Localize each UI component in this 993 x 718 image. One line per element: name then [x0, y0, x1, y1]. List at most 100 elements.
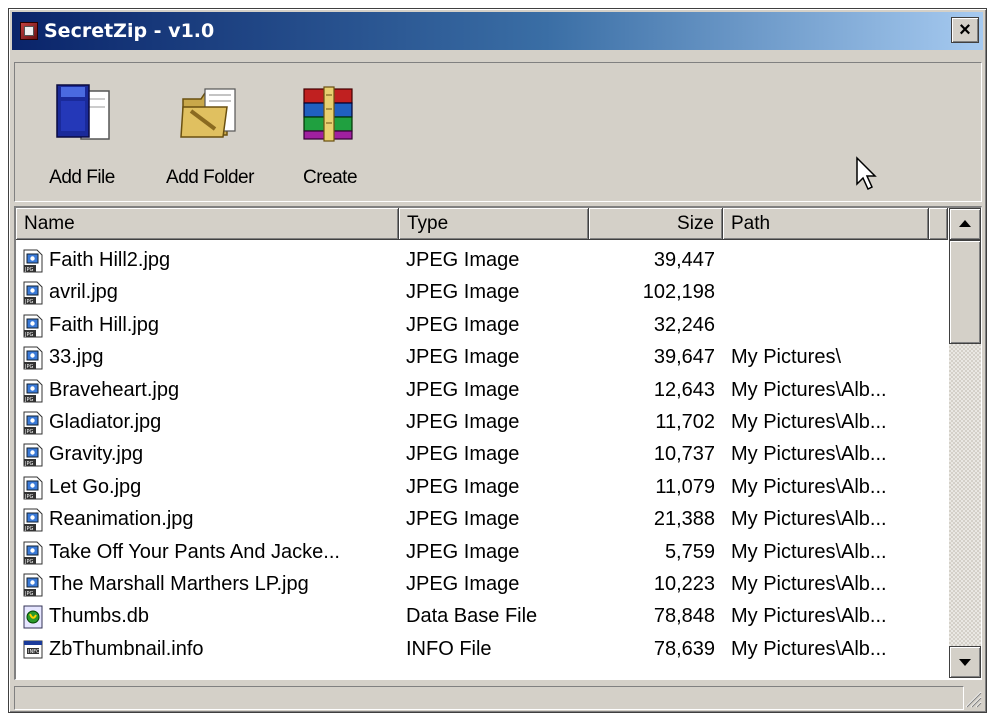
jpeg-file-icon: JPG: [22, 346, 44, 370]
vertical-scrollbar[interactable]: [949, 208, 981, 678]
toolbar: Add File Add Folder Create: [14, 62, 982, 202]
file-name-cell: ZbThumbnail.info: [49, 637, 204, 660]
file-size-cell: 102,198: [642, 281, 715, 304]
file-path-cell: My Pictures\Alb...: [731, 443, 887, 466]
file-name-cell: Faith Hill2.jpg: [49, 249, 171, 271]
file-path-cell: My Pictures\: [731, 346, 842, 369]
database-file-icon: [22, 605, 44, 629]
file-name-cell: Thumbs.db: [49, 605, 150, 628]
file-name-cell: 33.jpg: [49, 346, 104, 369]
scroll-down-button[interactable]: [949, 646, 981, 678]
file-row[interactable]: JPG Faith Hill2.jpg JPEG Image 39,447: [16, 244, 948, 276]
file-type-cell: JPEG Image: [406, 443, 520, 466]
file-path-cell: My Pictures\Alb...: [731, 378, 887, 401]
svg-text:JPG: JPG: [24, 299, 33, 305]
svg-text:JPG: JPG: [24, 494, 33, 500]
file-size-cell: 39,447: [653, 249, 715, 271]
window-title: SecretZip - v1.0: [44, 20, 215, 42]
scroll-up-arrow-icon: [959, 220, 971, 227]
svg-text:JPG: JPG: [24, 526, 33, 532]
file-row[interactable]: JPG Faith Hill.jpg JPEG Image 32,246: [16, 309, 948, 341]
svg-text:JPG: JPG: [24, 364, 33, 370]
create-label: Create: [302, 167, 358, 188]
file-row[interactable]: JPG 33.jpg JPEG Image 39,647 My Pictures\: [16, 341, 948, 373]
file-row[interactable]: JPG Gladiator.jpg JPEG Image 11,702 My Pictu…: [16, 406, 948, 438]
close-button[interactable]: ×: [951, 17, 979, 43]
jpeg-file-icon: JPG: [22, 508, 44, 532]
jpeg-file-icon: JPG: [22, 411, 44, 435]
file-path-cell: My Pictures\Alb...: [731, 540, 887, 563]
file-size-cell: 21,388: [653, 508, 715, 531]
file-size-cell: 32,246: [653, 313, 715, 336]
file-type-cell: Data Base File: [406, 605, 538, 628]
file-path-cell: My Pictures\Alb...: [731, 637, 887, 660]
file-size-cell: 12,643: [653, 378, 715, 401]
scroll-down-arrow-icon: [959, 659, 971, 666]
info-file-icon: INFO: [22, 638, 44, 662]
resize-grip-icon[interactable]: [962, 688, 982, 708]
file-row[interactable]: INFO ZbThumbnail.info INFO File 78,639 My Pi…: [16, 633, 948, 665]
jpeg-file-icon: JPG: [22, 573, 44, 597]
file-size-cell: 78,639: [653, 637, 715, 660]
column-header-name[interactable]: Name: [16, 208, 399, 240]
file-name-cell: Gravity.jpg: [49, 443, 144, 466]
file-size-cell: 78,848: [653, 605, 715, 628]
file-type-cell: JPEG Image: [406, 475, 520, 498]
file-type-cell: JPEG Image: [406, 573, 520, 595]
add-folder-label: Add Folder: [166, 167, 254, 188]
add-file-label: Add File: [49, 167, 115, 188]
file-name-cell: Gladiator.jpg: [49, 411, 162, 433]
file-type-cell: JPEG Image: [406, 346, 520, 369]
file-path-cell: My Pictures\Alb...: [731, 605, 887, 628]
file-path-cell: My Pictures\Alb...: [731, 508, 887, 531]
scroll-up-button[interactable]: [949, 208, 981, 240]
jpeg-file-icon: JPG: [22, 249, 44, 273]
file-path-cell: [731, 244, 931, 276]
file-type-cell: JPEG Image: [406, 411, 520, 433]
file-size-cell: 10,737: [653, 443, 715, 466]
file-type-cell: JPEG Image: [406, 540, 520, 563]
create-archive-icon: [303, 86, 353, 142]
column-header-path[interactable]: Path: [723, 208, 929, 240]
file-row[interactable]: JPG The Marshall Marthers LP.jpg JPEG Imag…: [16, 568, 948, 600]
svg-text:JPG: JPG: [24, 461, 33, 467]
file-size-cell: 5,759: [664, 540, 715, 563]
file-type-cell: JPEG Image: [406, 378, 520, 401]
file-row[interactable]: JPG Gravity.jpg JPEG Image 10,737 My Picture…: [16, 438, 948, 470]
svg-text:JPG: JPG: [24, 267, 33, 273]
mouse-cursor-icon: [856, 156, 877, 191]
file-row[interactable]: Thumbs.db Data Base File 78,848 My Pictures…: [16, 600, 948, 632]
column-header-type[interactable]: Type: [399, 208, 589, 240]
app-window: SecretZip - v1.0 × Add File Add Folder C…: [8, 8, 987, 713]
svg-text:JPG: JPG: [24, 332, 33, 338]
svg-text:JPG: JPG: [24, 559, 33, 565]
file-row[interactable]: JPG Let Go.jpg JPEG Image 11,079 My Pictures…: [16, 471, 948, 503]
file-row[interactable]: JPG Reanimation.jpg JPEG Image 21,388 My Pic…: [16, 503, 948, 535]
scrollbar-thumb[interactable]: [949, 240, 981, 344]
file-size-cell: 11,079: [655, 475, 715, 498]
add-folder-icon: [180, 88, 236, 138]
file-name-cell: The Marshall Marthers LP.jpg: [49, 573, 309, 595]
file-name-cell: Braveheart.jpg: [49, 378, 180, 401]
file-path-cell: My Pictures\Alb...: [731, 411, 887, 433]
add-file-icon: [56, 84, 110, 140]
file-list[interactable]: Name Type Size Path JPG Faith Hill2.jpg JP…: [14, 206, 982, 680]
jpeg-file-icon: JPG: [22, 379, 44, 403]
svg-text:INFO: INFO: [28, 649, 40, 655]
file-row[interactable]: JPG avril.jpg JPEG Image 102,198: [16, 276, 948, 308]
file-row[interactable]: JPG Braveheart.jpg JPEG Image 12,643 My Pict…: [16, 374, 948, 406]
jpeg-file-icon: JPG: [22, 314, 44, 338]
list-header: Name Type Size Path: [16, 208, 948, 240]
app-icon: [20, 22, 38, 40]
file-type-cell: INFO File: [406, 637, 492, 660]
file-type-cell: JPEG Image: [406, 281, 520, 304]
file-type-cell: JPEG Image: [406, 313, 520, 336]
column-header-size[interactable]: Size: [589, 208, 723, 240]
file-row[interactable]: JPG Take Off Your Pants And Jacke... JPEG …: [16, 536, 948, 568]
svg-text:JPG: JPG: [24, 429, 33, 435]
column-header-spacer: [929, 208, 948, 240]
file-path-cell: My Pictures\Alb...: [731, 573, 887, 595]
file-type-cell: JPEG Image: [406, 508, 520, 531]
status-bar: [14, 686, 964, 710]
title-bar[interactable]: SecretZip - v1.0 ×: [12, 12, 983, 50]
